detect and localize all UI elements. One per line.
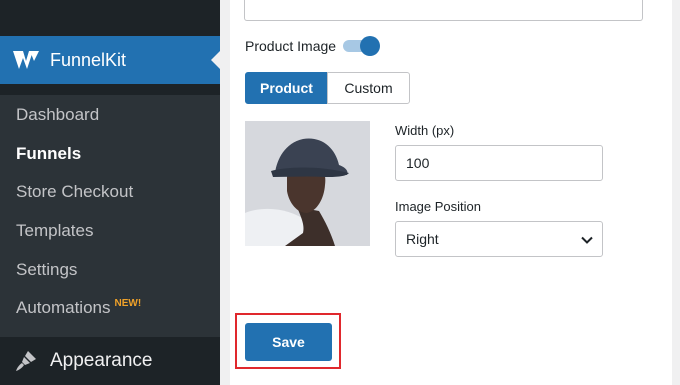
funnelkit-submenu: Dashboard Funnels Store Checkout Templat… [0, 95, 220, 337]
image-position-value: Right [406, 231, 439, 247]
image-position-label: Image Position [395, 199, 481, 214]
product-image-preview [245, 121, 370, 246]
sidebar-item-dashboard[interactable]: Dashboard [16, 105, 99, 125]
sidebar-item-label: Appearance [50, 350, 153, 371]
save-button[interactable]: Save [245, 323, 332, 361]
chevron-down-icon [581, 236, 593, 244]
tab-custom[interactable]: Custom [327, 72, 410, 104]
sidebar-item-label: Automations [16, 298, 111, 317]
width-value: 100 [406, 155, 430, 171]
sidebar-item-funnels[interactable]: Funnels [16, 144, 81, 164]
sidebar-item-label: Funnels [16, 144, 82, 163]
width-label: Width (px) [395, 123, 455, 138]
previous-input-field[interactable] [244, 0, 643, 21]
sidebar-item-label: Settings [16, 260, 78, 279]
funnelkit-logo-icon [13, 51, 39, 69]
toggle-knob [360, 36, 380, 56]
sidebar-item-automations[interactable]: Automations NEW! [16, 298, 141, 318]
paintbrush-icon [16, 351, 36, 371]
sidebar-brand-label: FunnelKit [50, 50, 127, 70]
new-badge: NEW! [114, 298, 142, 310]
image-position-select[interactable]: Right [395, 221, 603, 257]
product-image-toggle[interactable] [343, 36, 383, 56]
admin-sidebar: FunnelKit Dashboard Funnels Store Checko… [0, 0, 220, 385]
sidebar-item-store-checkout[interactable]: Store Checkout [16, 182, 133, 202]
sidebar-item-label: Templates [16, 221, 94, 240]
sidebar-item-funnelkit[interactable]: FunnelKit [0, 36, 220, 84]
sidebar-item-settings[interactable]: Settings [16, 260, 77, 280]
sidebar-item-appearance[interactable]: Appearance [0, 337, 220, 385]
tab-product[interactable]: Product [245, 72, 328, 104]
active-menu-arrow [211, 51, 220, 69]
sidebar-item-templates[interactable]: Templates [16, 221, 93, 241]
product-image-label: Product Image [245, 38, 337, 54]
sidebar-item-label: Dashboard [16, 105, 100, 124]
sidebar-item-label: Store Checkout [16, 182, 134, 201]
person-in-bucket-hat-image [245, 121, 370, 246]
width-input[interactable]: 100 [395, 145, 603, 181]
